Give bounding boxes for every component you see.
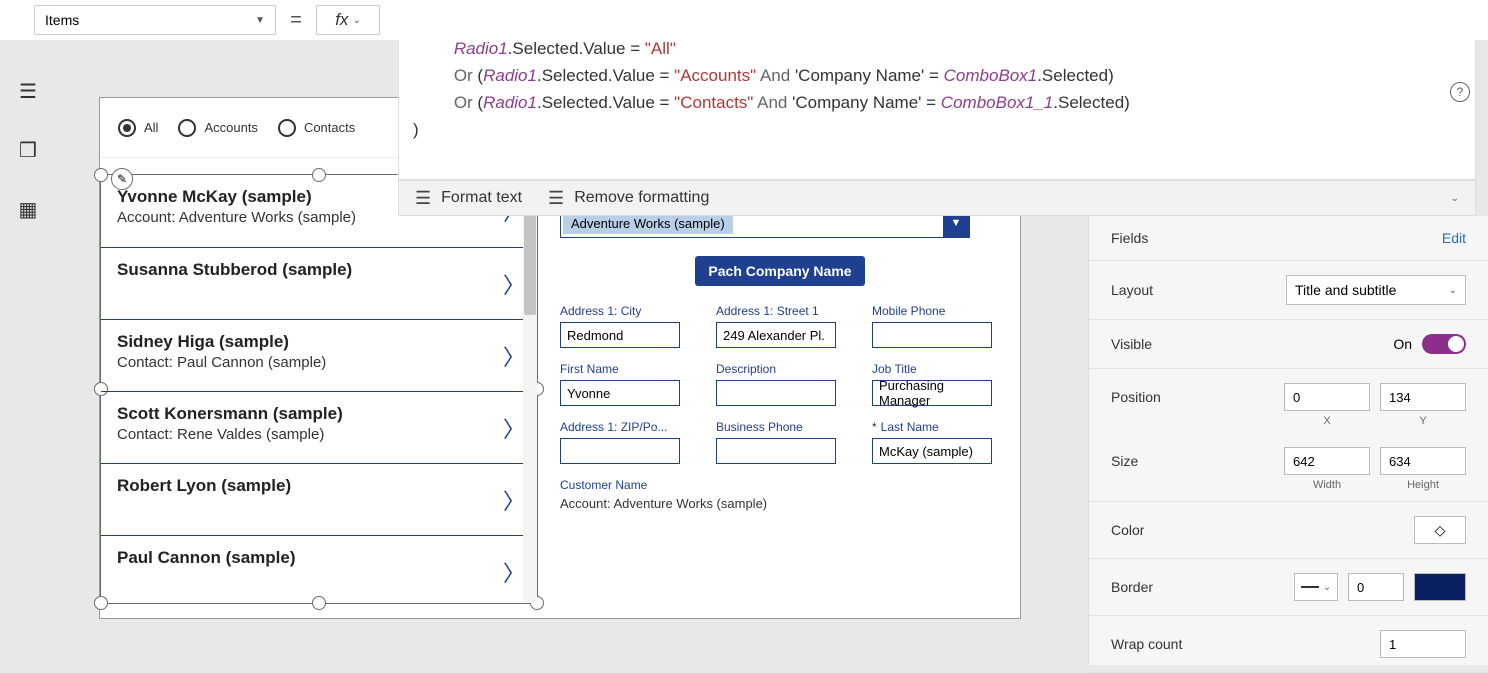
fields-label: Fields (1111, 230, 1148, 246)
chevron-down-icon[interactable]: ⌄ (1451, 193, 1459, 204)
businessphone-field[interactable] (716, 438, 836, 464)
chevron-right-icon[interactable]: 〉 (503, 484, 525, 516)
list-item[interactable]: Susanna Stubberod (sample) 〉 (101, 247, 537, 319)
chevron-down-icon: ⌄ (1323, 582, 1331, 593)
item-subtitle: Contact: Paul Cannon (sample) (117, 354, 521, 371)
format-text-label: Format text (441, 189, 522, 207)
hamburger-icon[interactable]: ☰ (19, 79, 37, 104)
chevron-right-icon[interactable]: 〉 (503, 556, 525, 588)
equals-label: = (276, 9, 316, 32)
wrap-count-input[interactable] (1380, 630, 1466, 658)
field-label: Address 1: ZIP/Po... (560, 420, 700, 434)
field-label: Job Title (872, 362, 1012, 376)
radio-contacts[interactable]: Contacts (278, 119, 355, 137)
chevron-right-icon[interactable]: 〉 (503, 340, 525, 372)
radio-icon (278, 119, 296, 137)
zip-field[interactable] (560, 438, 680, 464)
item-title: Scott Konersmann (sample) (117, 404, 521, 424)
mobile-field[interactable] (872, 322, 992, 348)
radio-label: Contacts (304, 120, 355, 135)
item-title: Paul Cannon (sample) (117, 548, 521, 568)
field-label: Address 1: Street 1 (716, 304, 856, 318)
list-item[interactable]: Paul Cannon (sample) 〉 (101, 535, 537, 603)
format-text-icon: ☰ (415, 188, 431, 209)
field-label: Mobile Phone (872, 304, 1012, 318)
height-input[interactable] (1380, 447, 1466, 475)
list-item[interactable]: Sidney Higa (sample) Contact: Paul Canno… (101, 319, 537, 391)
radio-icon (178, 119, 196, 137)
city-field[interactable]: Redmond (560, 322, 680, 348)
border-label: Border (1111, 579, 1153, 595)
format-text-button[interactable]: ☰ Format text (415, 188, 522, 209)
color-picker[interactable]: ◇ (1414, 516, 1466, 544)
field-label: Address 1: City (560, 304, 700, 318)
layout-label: Layout (1111, 282, 1153, 298)
radio-icon (118, 119, 136, 137)
remove-formatting-button[interactable]: ☰ Remove formatting (548, 188, 709, 209)
border-color-swatch[interactable] (1414, 573, 1466, 601)
position-x-input[interactable] (1284, 383, 1370, 411)
firstname-field[interactable]: Yvonne (560, 380, 680, 406)
remove-formatting-label: Remove formatting (574, 189, 709, 207)
edit-fields-link[interactable]: Edit (1442, 230, 1466, 246)
item-title: Sidney Higa (sample) (117, 332, 521, 352)
border-style-dropdown[interactable]: ⌄ (1294, 573, 1338, 601)
item-subtitle: Contact: Rene Valdes (sample) (117, 426, 521, 443)
chevron-down-icon: ⌄ (1449, 285, 1457, 296)
field-label: Description (716, 362, 856, 376)
customer-name-label: Customer Name (560, 478, 1000, 492)
visible-label: Visible (1111, 336, 1152, 352)
list-item[interactable]: Robert Lyon (sample) 〉 (101, 463, 537, 535)
wrap-count-label: Wrap count (1111, 636, 1182, 652)
radio-label: All (144, 120, 158, 135)
y-axis-label: Y (1380, 415, 1466, 427)
chevron-right-icon[interactable]: 〉 (503, 412, 525, 444)
position-label: Position (1111, 389, 1161, 405)
properties-panel: Fields Edit Layout Title and subtitle ⌄ … (1088, 216, 1488, 665)
radio-label: Accounts (204, 120, 257, 135)
item-title: Susanna Stubberod (sample) (117, 260, 521, 280)
item-title: Robert Lyon (sample) (117, 476, 521, 496)
layout-value: Title and subtitle (1295, 282, 1396, 298)
field-label: Business Phone (716, 420, 856, 434)
x-axis-label: X (1284, 415, 1370, 427)
radio-all[interactable]: All (118, 119, 158, 137)
street-field[interactable]: 249 Alexander Pl. (716, 322, 836, 348)
visible-text: On (1393, 336, 1412, 352)
gallery-list: Yvonne McKay (sample) Account: Adventure… (101, 175, 537, 603)
customer-name-value: Account: Adventure Works (sample) (560, 496, 1000, 511)
property-dropdown-label: Items (45, 12, 79, 28)
layers-icon[interactable]: ❒ (19, 138, 37, 163)
scrollbar[interactable] (523, 175, 537, 603)
fx-label: fx (335, 10, 348, 30)
jobtitle-field[interactable]: Purchasing Manager (872, 380, 992, 406)
patch-company-button[interactable]: Pach Company Name (695, 256, 865, 286)
button-label: Pach Company Name (708, 263, 851, 279)
lastname-field[interactable]: McKay (sample) (872, 438, 992, 464)
detail-form: Adventure Works (sample) ▼ Pach Company … (560, 208, 1000, 511)
property-dropdown[interactable]: Items ▼ (34, 5, 276, 35)
list-item[interactable]: Scott Konersmann (sample) Contact: Rene … (101, 391, 537, 463)
border-width-input[interactable] (1348, 573, 1404, 601)
layout-dropdown[interactable]: Title and subtitle ⌄ (1286, 275, 1466, 305)
chevron-down-icon: ▼ (255, 15, 265, 26)
height-label: Height (1380, 479, 1466, 491)
help-icon[interactable]: ? (1450, 82, 1470, 102)
position-y-input[interactable] (1380, 383, 1466, 411)
chevron-right-icon[interactable]: 〉 (503, 268, 525, 300)
remove-formatting-icon: ☰ (548, 188, 564, 209)
field-label: First Name (560, 362, 700, 376)
color-label: Color (1111, 522, 1144, 538)
width-label: Width (1284, 479, 1370, 491)
field-label: *Last Name (872, 420, 1012, 434)
visible-toggle[interactable] (1422, 334, 1466, 354)
fx-button[interactable]: fx ⌄ (316, 5, 380, 35)
gallery-control[interactable]: ✎ Yvonne McKay (sample) Account: Adventu… (100, 174, 538, 604)
size-label: Size (1111, 453, 1138, 469)
radio-accounts[interactable]: Accounts (178, 119, 257, 137)
description-field[interactable] (716, 380, 836, 406)
apps-icon[interactable]: ▦ (19, 197, 38, 222)
chevron-down-icon: ⌄ (352, 15, 360, 26)
width-input[interactable] (1284, 447, 1370, 475)
